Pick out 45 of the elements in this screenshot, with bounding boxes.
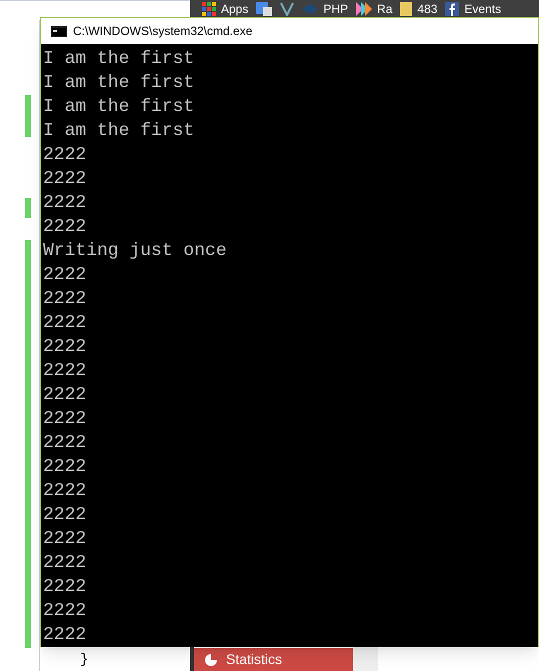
folder-icon [400,2,412,16]
bookmark[interactable]: 483 [400,0,438,18]
bookmark[interactable]: Apps [202,0,248,18]
chevrons-icon [356,2,372,16]
diamond-icon [302,4,318,14]
change-marker [25,198,31,218]
console-line: 2222 [43,456,86,479]
console-icon [51,26,67,36]
window-title: C:\WINDOWS\system32\cmd.exe [73,23,252,40]
console-line: 2222 [43,312,86,335]
console-line: 2222 [43,528,86,551]
console-line: 2222 [43,408,86,431]
closing-brace: } [80,651,88,670]
console-line: 2222 [43,288,86,311]
bookmark[interactable]: PHP [302,0,348,18]
v-icon [280,2,294,16]
bookmark[interactable]: Ra [356,0,392,18]
console-line: 2222 [43,264,86,287]
console-line: I am the first [43,120,194,143]
pie-chart-icon [204,652,218,666]
console-line: 2222 [43,504,86,527]
console-line: 2222 [43,432,86,455]
console-line: I am the first [43,72,194,95]
console-line: 2222 [43,360,86,383]
change-marker [25,95,31,137]
console-line: 2222 [43,144,86,167]
bookmark[interactable]: Events [445,0,502,18]
console-line: 2222 [43,336,86,359]
console-line: 2222 [43,216,86,239]
console-line: 2222 [43,600,86,623]
statistics-button[interactable]: Statistics [194,648,353,671]
console-line: Writing just once [43,240,227,263]
console-line: 2222 [43,552,86,575]
console-line: 2222 [43,192,86,215]
grid-icon [202,2,216,16]
console-line: I am the first [43,48,194,71]
console-line: I am the first [43,96,194,119]
console-line: 2222 [43,480,86,503]
translate-icon [256,2,272,16]
console-line: 2222 [43,576,86,599]
bookmark[interactable] [280,2,294,16]
console-line: 2222 [43,624,86,647]
console-line: 2222 [43,168,86,191]
console-line: 2222 [43,384,86,407]
bookmark[interactable] [256,2,272,16]
